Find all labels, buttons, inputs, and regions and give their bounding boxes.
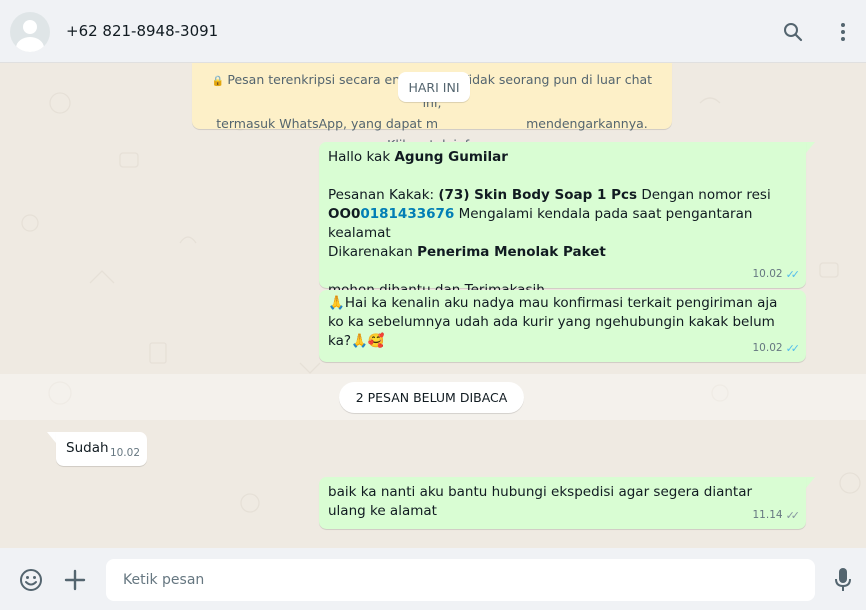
emoji-icon[interactable] — [18, 567, 44, 593]
contact-avatar[interactable] — [10, 12, 50, 52]
double-check-icon: ✓✓ — [785, 268, 801, 281]
plus-icon[interactable] — [62, 567, 88, 593]
double-check-icon: ✓✓ — [785, 342, 801, 355]
message-meta: 10.02 ✓✓ — [753, 265, 801, 284]
message-meta: 10.02 ✓✓ — [753, 339, 801, 358]
message-incoming[interactable]: Sudah 10.02 — [56, 432, 147, 466]
menu-icon[interactable] — [831, 20, 855, 44]
message-meta: 10.02 — [109, 447, 140, 459]
message-meta: 11.14 ✓✓ — [753, 506, 801, 525]
message-outgoing[interactable]: 🙏Hai ka kenalin aku nadya mau konfirmasi… — [319, 290, 806, 362]
tracking-number-link[interactable]: 0181433676 — [360, 206, 454, 222]
day-chip: HARI INI — [398, 72, 470, 102]
emoji-end: 🙏🥰 — [351, 333, 385, 349]
bubble-tail — [47, 432, 56, 443]
microphone-icon[interactable] — [830, 567, 856, 593]
pray-emoji: 🙏 — [328, 295, 345, 311]
lock-icon: 🔒 — [211, 76, 225, 87]
message-outgoing[interactable]: Hallo kak Agung Gumilar Pesanan Kakak: (… — [319, 142, 806, 298]
unread-banner: 2 PESAN BELUM DIBACA — [339, 382, 524, 413]
chat-area[interactable]: 🔒Pesan terenkripsi secara end-to-end. Ti… — [0, 63, 866, 548]
message-input[interactable] — [106, 559, 815, 601]
contact-name[interactable]: +62 821-8948-3091 — [66, 22, 218, 40]
search-icon[interactable] — [781, 20, 805, 44]
chat-header: +62 821-8948-3091 — [0, 0, 866, 63]
bubble-tail — [806, 142, 815, 153]
compose-bar — [0, 548, 866, 610]
message-outgoing[interactable]: baik ka nanti aku bantu hubungi ekspedis… — [319, 477, 806, 529]
bubble-tail — [806, 477, 815, 488]
double-check-icon: ✓✓ — [785, 509, 801, 522]
